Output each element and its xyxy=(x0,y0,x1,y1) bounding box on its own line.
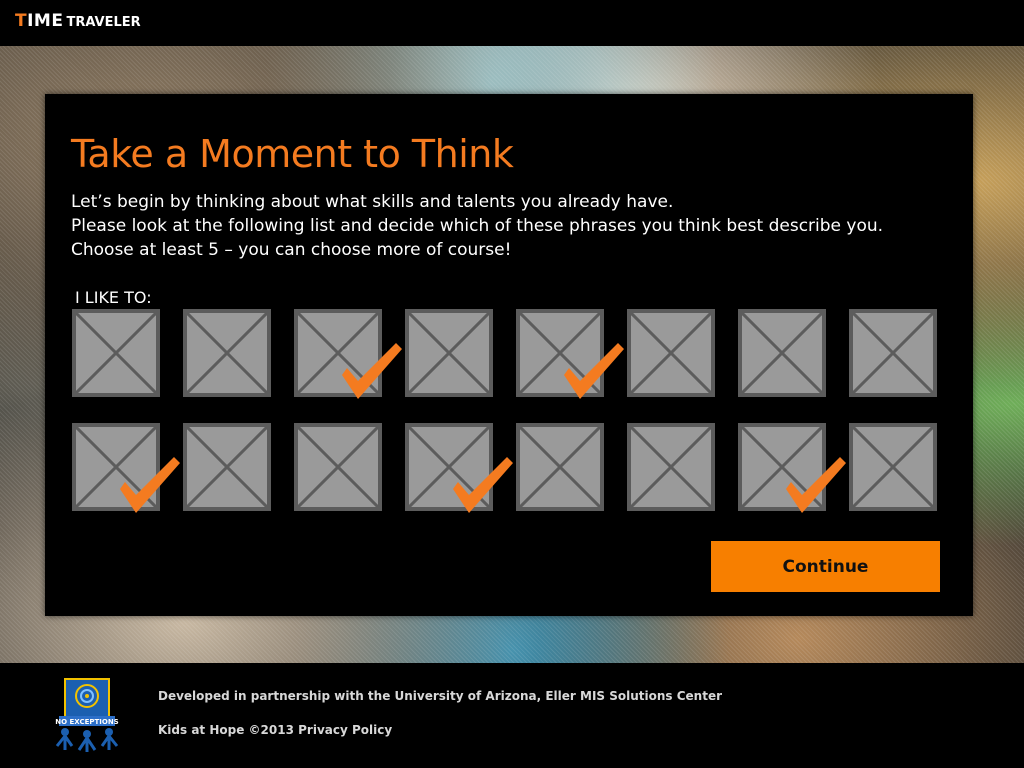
placeholder-image-icon xyxy=(298,427,378,507)
option-tile[interactable] xyxy=(72,309,160,397)
footer: NO EXCEPTIONS Developed in partnership w… xyxy=(0,663,1024,768)
brand-traveler: TRAVELER xyxy=(66,15,141,30)
option-tile[interactable] xyxy=(738,423,846,513)
intro-line-3: Choose at least 5 – you can choose more … xyxy=(71,240,512,260)
placeholder-image-icon xyxy=(409,313,489,393)
option-tile[interactable] xyxy=(627,309,715,397)
placeholder-image-icon xyxy=(631,427,711,507)
checkmark-icon xyxy=(453,457,513,513)
checkmark-icon xyxy=(342,343,402,399)
option-grid xyxy=(72,309,952,514)
option-tile[interactable] xyxy=(405,423,513,513)
option-tile[interactable] xyxy=(72,423,180,513)
option-tile[interactable] xyxy=(183,423,271,511)
option-tile[interactable] xyxy=(849,309,937,397)
privacy-policy-link[interactable]: Privacy Policy xyxy=(298,723,392,737)
list-label: I LIKE TO: xyxy=(75,288,152,307)
brand-time-rest: IME xyxy=(27,11,64,31)
kids-at-hope-logo[interactable]: NO EXCEPTIONS xyxy=(50,676,124,754)
placeholder-image-icon xyxy=(187,427,267,507)
intro-text: Let’s begin by thinking about what skill… xyxy=(71,190,951,262)
option-tile[interactable] xyxy=(849,423,937,511)
continue-button[interactable]: Continue xyxy=(711,541,940,592)
option-tile[interactable] xyxy=(294,423,382,511)
partnership-text: Developed in partnership with the Univer… xyxy=(158,689,723,703)
option-tile[interactable] xyxy=(183,309,271,397)
placeholder-image-icon xyxy=(520,427,600,507)
option-tile[interactable] xyxy=(516,309,624,399)
placeholder-image-icon xyxy=(187,313,267,393)
checkmark-icon xyxy=(120,457,180,513)
logo-text: NO EXCEPTIONS xyxy=(55,718,118,726)
copyright-text: Kids at Hope ©2013 xyxy=(158,723,294,737)
page-title: Take a Moment to Think xyxy=(71,132,514,176)
placeholder-image-icon xyxy=(853,313,933,393)
placeholder-image-icon xyxy=(76,313,156,393)
top-bar: TIME TRAVELER xyxy=(0,0,1024,46)
intro-line-2: Please look at the following list and de… xyxy=(71,216,884,236)
option-tile[interactable] xyxy=(738,309,826,397)
brand-time: TIME xyxy=(15,11,63,31)
app-logo[interactable]: TIME TRAVELER xyxy=(15,11,141,31)
intro-line-1: Let’s begin by thinking about what skill… xyxy=(71,192,674,212)
brand-time-accent: T xyxy=(15,11,28,31)
option-tile[interactable] xyxy=(294,309,402,399)
placeholder-image-icon xyxy=(742,313,822,393)
placeholder-image-icon xyxy=(631,313,711,393)
option-tile[interactable] xyxy=(405,309,493,397)
copyright-line: Kids at Hope ©2013 Privacy Policy xyxy=(158,723,392,737)
option-tile[interactable] xyxy=(516,423,604,511)
activity-panel: Take a Moment to Think Let’s begin by th… xyxy=(45,94,973,616)
placeholder-image-icon xyxy=(853,427,933,507)
checkmark-icon xyxy=(786,457,846,513)
checkmark-icon xyxy=(564,343,624,399)
option-tile[interactable] xyxy=(627,423,715,511)
